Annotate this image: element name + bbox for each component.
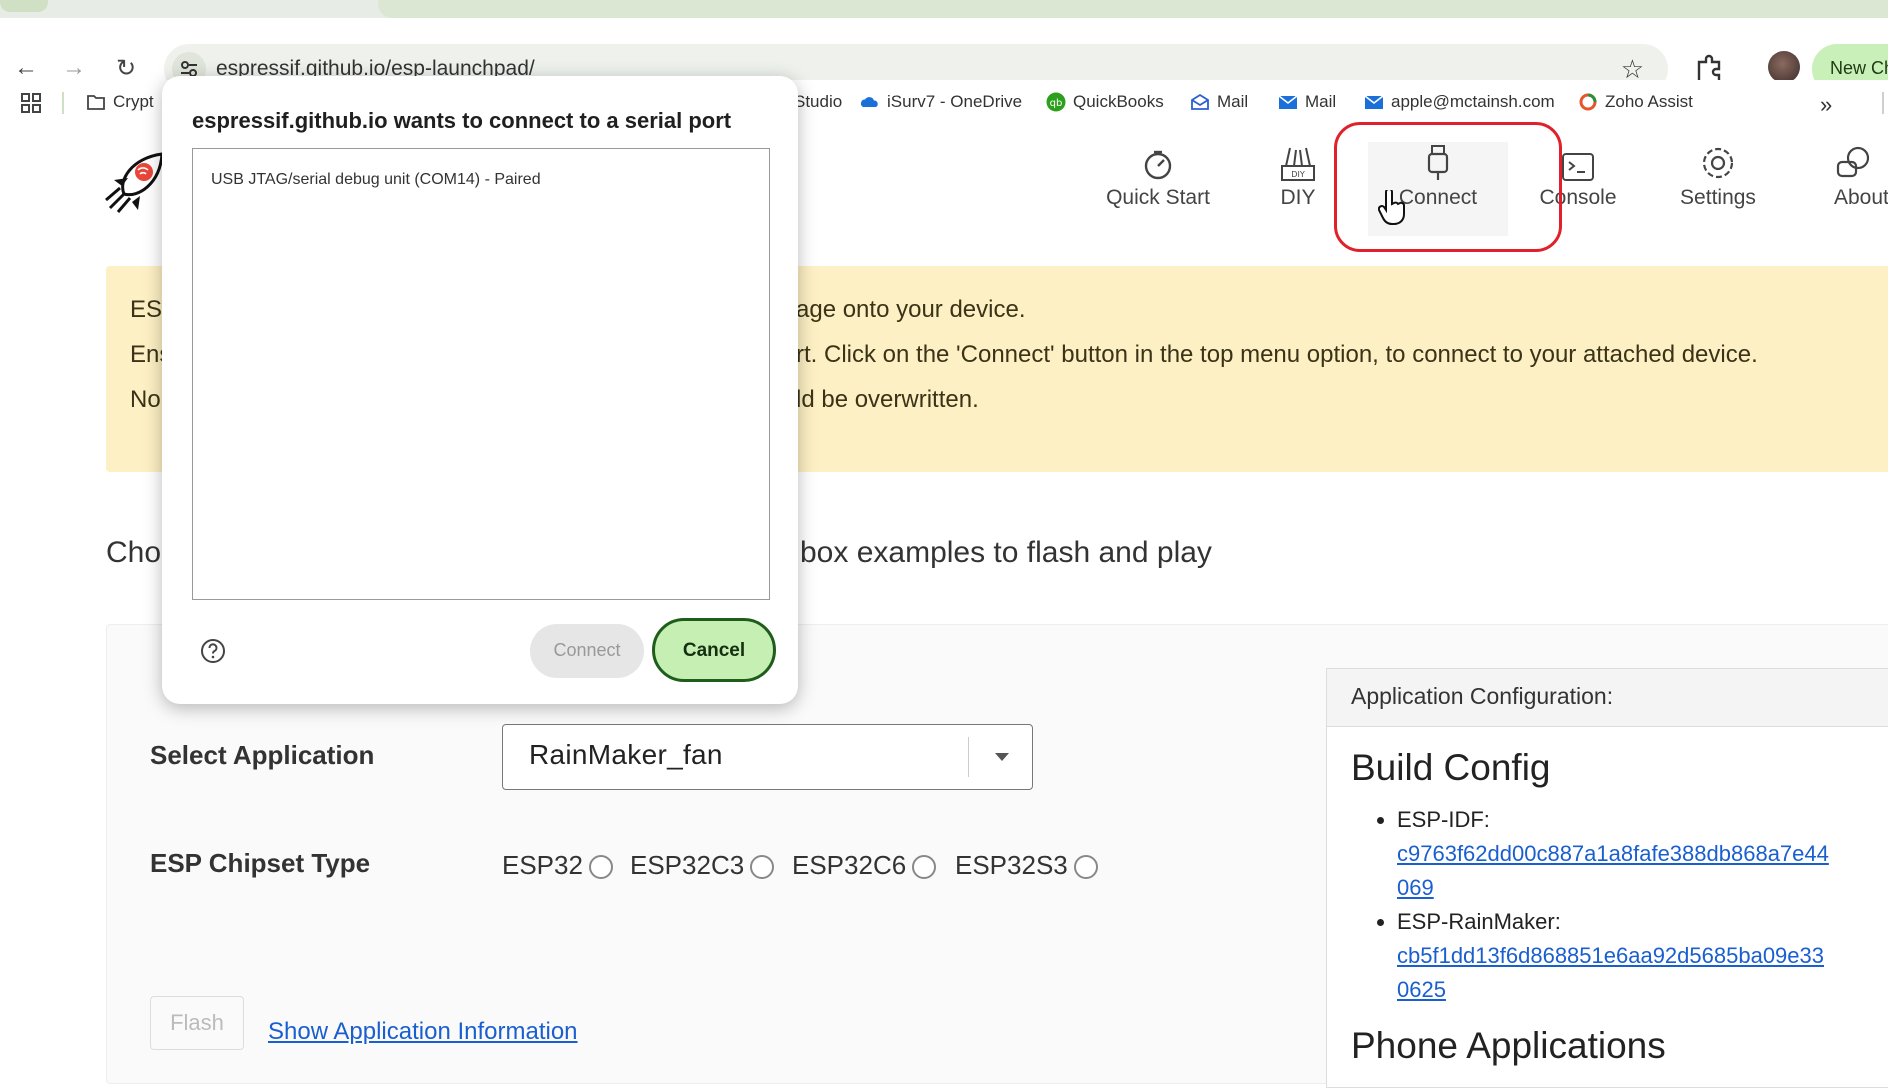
nav-settings[interactable]: Settings: [1648, 142, 1788, 236]
bookmark-onedrive[interactable]: iSurv7 - OneDrive: [860, 92, 1022, 112]
list-item: ESP-IDF: c9763f62dd00c887a1a8fafe388db86…: [1397, 803, 1833, 905]
tab-strip: [0, 0, 1888, 18]
annotation-highlight: [1334, 122, 1562, 252]
radio-button[interactable]: [912, 854, 937, 879]
more-bookmarks-button[interactable]: »: [1820, 92, 1832, 118]
bookmark-quickbooks[interactable]: qb QuickBooks: [1046, 92, 1164, 112]
bookmark-mail-1[interactable]: Mail: [1190, 92, 1248, 112]
zoho-icon: [1579, 93, 1597, 111]
help-icon[interactable]: [200, 638, 226, 664]
rocket-logo-icon[interactable]: [104, 150, 166, 214]
bookmark-mail-2[interactable]: Mail: [1278, 92, 1336, 112]
speedometer-icon: [1144, 150, 1172, 180]
build-config-title: Build Config: [1351, 747, 1551, 788]
chat-icon: [1836, 146, 1870, 178]
choose-heading: Cho box examples to flash and play: [106, 536, 1212, 569]
radio-button[interactable]: [750, 854, 775, 879]
dialog-title: espressif.github.io wants to connect to …: [192, 108, 732, 133]
diy-icon: DIY: [1281, 147, 1315, 181]
flash-button[interactable]: Flash: [150, 996, 244, 1050]
mail-icon: [1191, 93, 1209, 110]
hand-cursor-icon: [1378, 190, 1405, 225]
build-config-list: ESP-IDF: c9763f62dd00c887a1a8fafe388db86…: [1373, 803, 1833, 1007]
quickbooks-icon: qb: [1046, 92, 1066, 112]
dialog-cancel-button[interactable]: Cancel: [652, 618, 776, 682]
svg-text:DIY: DIY: [1291, 170, 1305, 179]
chipset-type-label: ESP Chipset Type: [150, 848, 371, 878]
select-application-label: Select Application: [150, 740, 375, 770]
nav-label: About: [1834, 186, 1888, 209]
chipset-option-esp32c3[interactable]: ESP32C3: [630, 850, 775, 881]
application-select[interactable]: RainMaker_fan: [502, 724, 1033, 790]
chipset-option-esp32c6[interactable]: ESP32C6: [792, 850, 937, 881]
active-tab[interactable]: [378, 0, 1888, 18]
radio-button[interactable]: [588, 854, 613, 879]
list-item: ESP-RainMaker: cb5f1dd13f6d868851e6aa92d…: [1397, 905, 1833, 1007]
onedrive-icon: [860, 97, 878, 107]
notice-line-2-right: rt. Click on the 'Connect' button in the…: [796, 341, 1758, 368]
esp-idf-commit-link[interactable]: c9763f62dd00c887a1a8fafe388db868a7e44069: [1397, 837, 1833, 905]
show-application-info-link[interactable]: Show Application Information: [268, 1018, 578, 1046]
chipset-option-esp32[interactable]: ESP32: [502, 850, 613, 881]
application-config-panel: Application Configuration: Build Config …: [1326, 668, 1888, 1088]
envelope-icon: [1278, 95, 1298, 109]
chevron-down-icon[interactable]: [995, 753, 1009, 761]
terminal-icon: [1562, 153, 1594, 181]
notice-line-1-right: age onto your device.: [796, 296, 1026, 323]
nav-about[interactable]: About: [1790, 142, 1888, 236]
config-header: Application Configuration:: [1327, 669, 1888, 727]
serial-port-dialog: espressif.github.io wants to connect to …: [162, 76, 798, 704]
profile-avatar[interactable]: [1768, 51, 1800, 83]
apps-grid-icon[interactable]: [20, 92, 42, 114]
bookmark-zoho-assist[interactable]: Zoho Assist: [1578, 92, 1693, 112]
select-value: RainMaker_fan: [529, 739, 723, 770]
nav-quick-start[interactable]: Quick Start: [1088, 142, 1228, 236]
bookmark-crypt[interactable]: Crypt: [86, 92, 154, 112]
esp-rainmaker-commit-link[interactable]: cb5f1dd13f6d868851e6aa92d5685ba09e330625: [1397, 939, 1833, 1007]
serial-port-list[interactable]: USB JTAG/serial debug unit (COM14) - Pai…: [192, 148, 770, 600]
bookmarks-divider: [62, 92, 64, 114]
folder-icon: [87, 95, 105, 110]
nav-label: Quick Start: [1106, 186, 1210, 209]
chipset-option-esp32s3[interactable]: ESP32S3: [955, 850, 1098, 881]
radio-button[interactable]: [1073, 854, 1098, 879]
bookmark-apple-mctainsh[interactable]: apple@mctainsh.com: [1364, 92, 1555, 112]
tab-group-chip[interactable]: [0, 0, 48, 12]
serial-port-item[interactable]: USB JTAG/serial debug unit (COM14) - Pai…: [211, 171, 541, 189]
bookmarks-divider-right: [1882, 92, 1884, 114]
notice-line-3-right: ld be overwritten.: [796, 386, 979, 413]
svg-text:qb: qb: [1050, 98, 1063, 109]
nav-label: Settings: [1680, 186, 1756, 209]
dialog-connect-button[interactable]: Connect: [530, 624, 644, 678]
phone-applications-title: Phone Applications: [1351, 1025, 1666, 1066]
gear-icon: [1702, 147, 1734, 179]
envelope-icon: [1364, 95, 1384, 109]
bookmark-studio[interactable]: Studio: [794, 92, 842, 112]
notice-line-3-left: No: [130, 386, 161, 413]
select-divider: [968, 737, 969, 777]
